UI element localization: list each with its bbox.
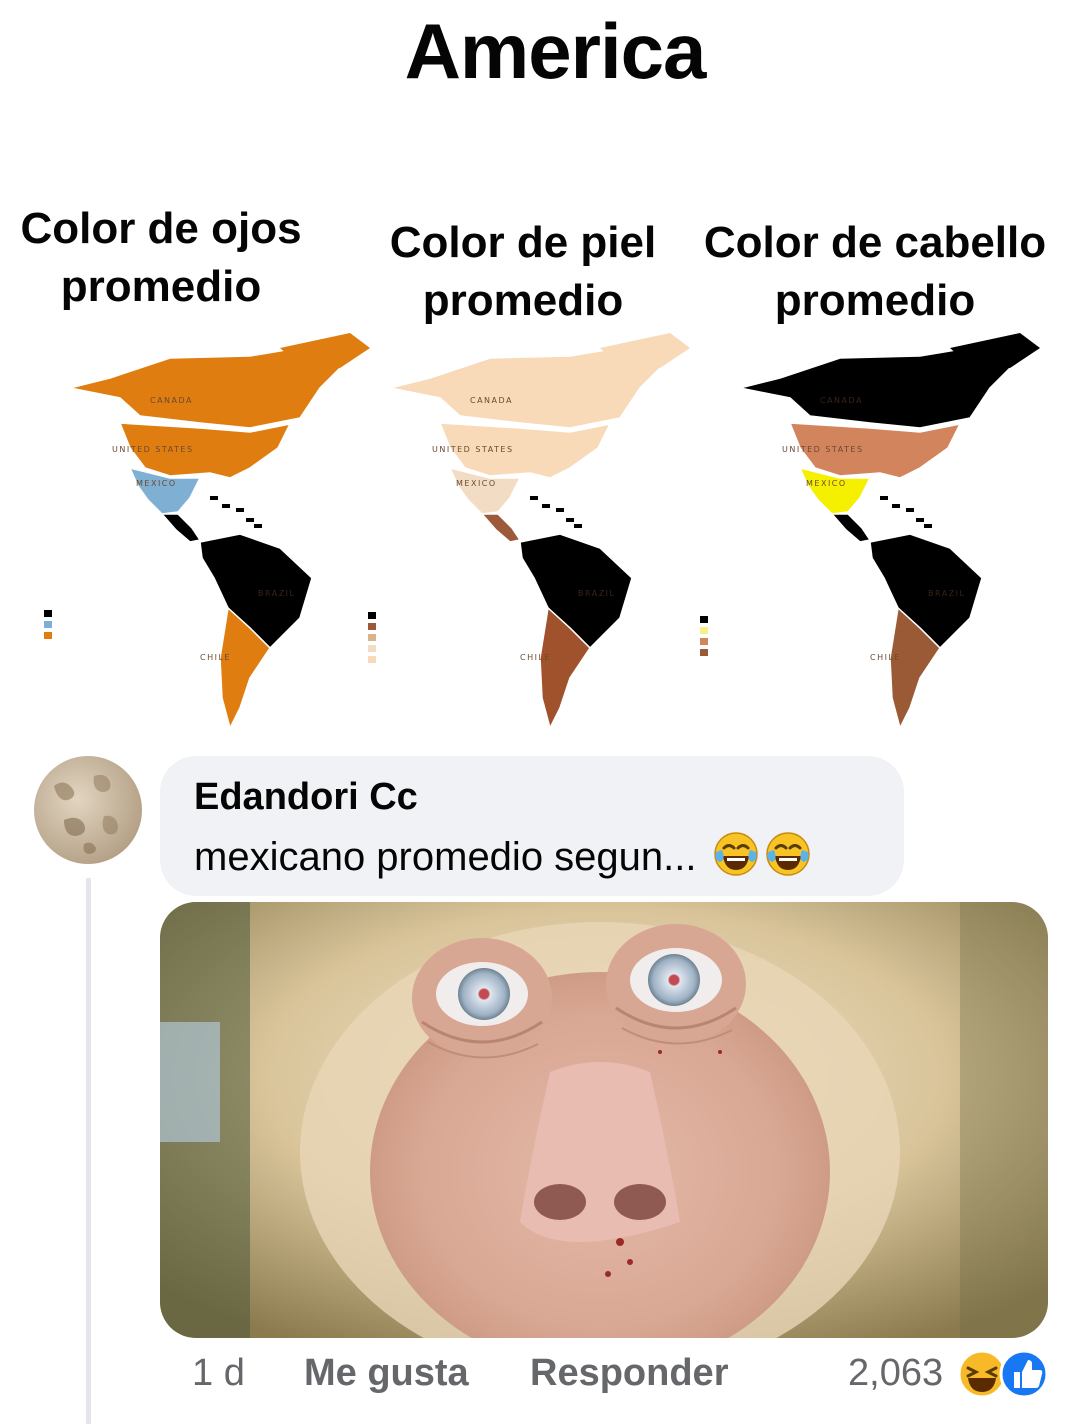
- legend-swatch: [700, 649, 708, 656]
- region-caribbean-island: [254, 524, 262, 528]
- map-label: BRAZIL: [928, 589, 966, 598]
- comment-author[interactable]: Edandori Cc: [194, 776, 418, 819]
- region-caribbean-island: [880, 496, 888, 500]
- comment-photo[interactable]: [160, 902, 1048, 1338]
- region-caribbean-island: [924, 524, 932, 528]
- comment-actions: 1 d Me gusta Responder 2,063: [0, 1349, 1080, 1404]
- region-caribbean-island: [566, 518, 574, 522]
- map-label: CANADA: [820, 396, 863, 405]
- reactions-summary[interactable]: [956, 1348, 1052, 1400]
- map-hair-color: CANADA UNITED STATES MEXICO BRAZIL CHILE: [700, 328, 1060, 748]
- region-caribbean-island: [530, 496, 538, 500]
- region-caribbean-island: [210, 496, 218, 500]
- map-label: CANADA: [150, 396, 193, 405]
- legend-swatch: [44, 632, 52, 639]
- region-central-america: [480, 513, 522, 543]
- legend-swatch: [368, 656, 376, 663]
- reply-thread-line: [86, 878, 91, 1424]
- map-eye-legend: [44, 610, 52, 639]
- legend-swatch: [700, 616, 708, 623]
- map-title-skin-line1: Color de piel: [389, 218, 657, 267]
- map-title-skin: Color de piel promedio: [370, 214, 676, 330]
- map-label: CANADA: [470, 396, 513, 405]
- face-with-tears-of-joy-icon: [765, 832, 810, 876]
- legend-swatch: [700, 627, 708, 634]
- face-with-tears-of-joy-icon: [713, 832, 758, 876]
- legend-swatch: [368, 645, 376, 652]
- region-caribbean-island: [916, 518, 924, 522]
- map-label: CHILE: [520, 653, 551, 662]
- map-title-eyes-line2: promedio: [60, 262, 262, 311]
- map-label: UNITED STATES: [112, 445, 194, 454]
- region-caribbean-island: [906, 508, 914, 512]
- region-caribbean-island: [236, 508, 244, 512]
- map-hair-legend: [700, 616, 708, 656]
- map-title-hair-line1: Color de cabello: [703, 218, 1047, 267]
- map-label: UNITED STATES: [432, 445, 514, 454]
- avatar[interactable]: [34, 756, 142, 864]
- meme-title: America: [404, 7, 707, 95]
- region-caribbean-island: [222, 504, 230, 508]
- region-caribbean-island: [246, 518, 254, 522]
- map-label: MEXICO: [806, 479, 847, 488]
- map-title-skin-line2: promedio: [422, 276, 624, 325]
- legend-swatch: [44, 621, 52, 628]
- map-title-hair: Color de cabello promedio: [682, 214, 1068, 330]
- map-eye-color: CANADA UNITED STATES MEXICO BRAZIL CHILE: [30, 328, 390, 748]
- comment-text-body: mexicano promedio segun...: [194, 835, 697, 879]
- region-caribbean-island: [574, 524, 582, 528]
- map-skin-legend: [368, 612, 376, 663]
- legend-swatch: [368, 612, 376, 619]
- map-label: CHILE: [870, 653, 901, 662]
- map-title-eyes: Color de ojos promedio: [0, 200, 322, 316]
- comment-bubble: Edandori Cc mexicano promedio segun...: [160, 756, 904, 896]
- legend-swatch: [368, 634, 376, 641]
- region-central-america: [830, 513, 872, 543]
- legend-swatch: [700, 638, 708, 645]
- map-label: BRAZIL: [578, 589, 616, 598]
- region-central-america: [160, 513, 202, 543]
- reaction-count[interactable]: 2,063: [848, 1352, 943, 1395]
- map-title-eyes-line1: Color de ojos: [20, 204, 302, 253]
- map-title-hair-line2: promedio: [774, 276, 976, 325]
- like-reaction-icon: [999, 1349, 1049, 1399]
- map-label: MEXICO: [136, 479, 177, 488]
- like-button[interactable]: Me gusta: [304, 1352, 469, 1395]
- region-caribbean-island: [892, 504, 900, 508]
- map-label: UNITED STATES: [782, 445, 864, 454]
- map-label: CHILE: [200, 653, 231, 662]
- region-caribbean-island: [556, 508, 564, 512]
- reply-button[interactable]: Responder: [530, 1352, 728, 1395]
- comment-text: mexicano promedio segun...: [194, 830, 812, 880]
- comment-time[interactable]: 1 d: [192, 1352, 245, 1395]
- region-caribbean-island: [542, 504, 550, 508]
- map-label: BRAZIL: [258, 589, 296, 598]
- legend-swatch: [368, 623, 376, 630]
- laughing-reaction-icon: [957, 1349, 1007, 1399]
- map-skin-color: CANADA UNITED STATES MEXICO BRAZIL CHILE: [350, 328, 710, 748]
- map-label: MEXICO: [456, 479, 497, 488]
- legend-swatch: [44, 610, 52, 617]
